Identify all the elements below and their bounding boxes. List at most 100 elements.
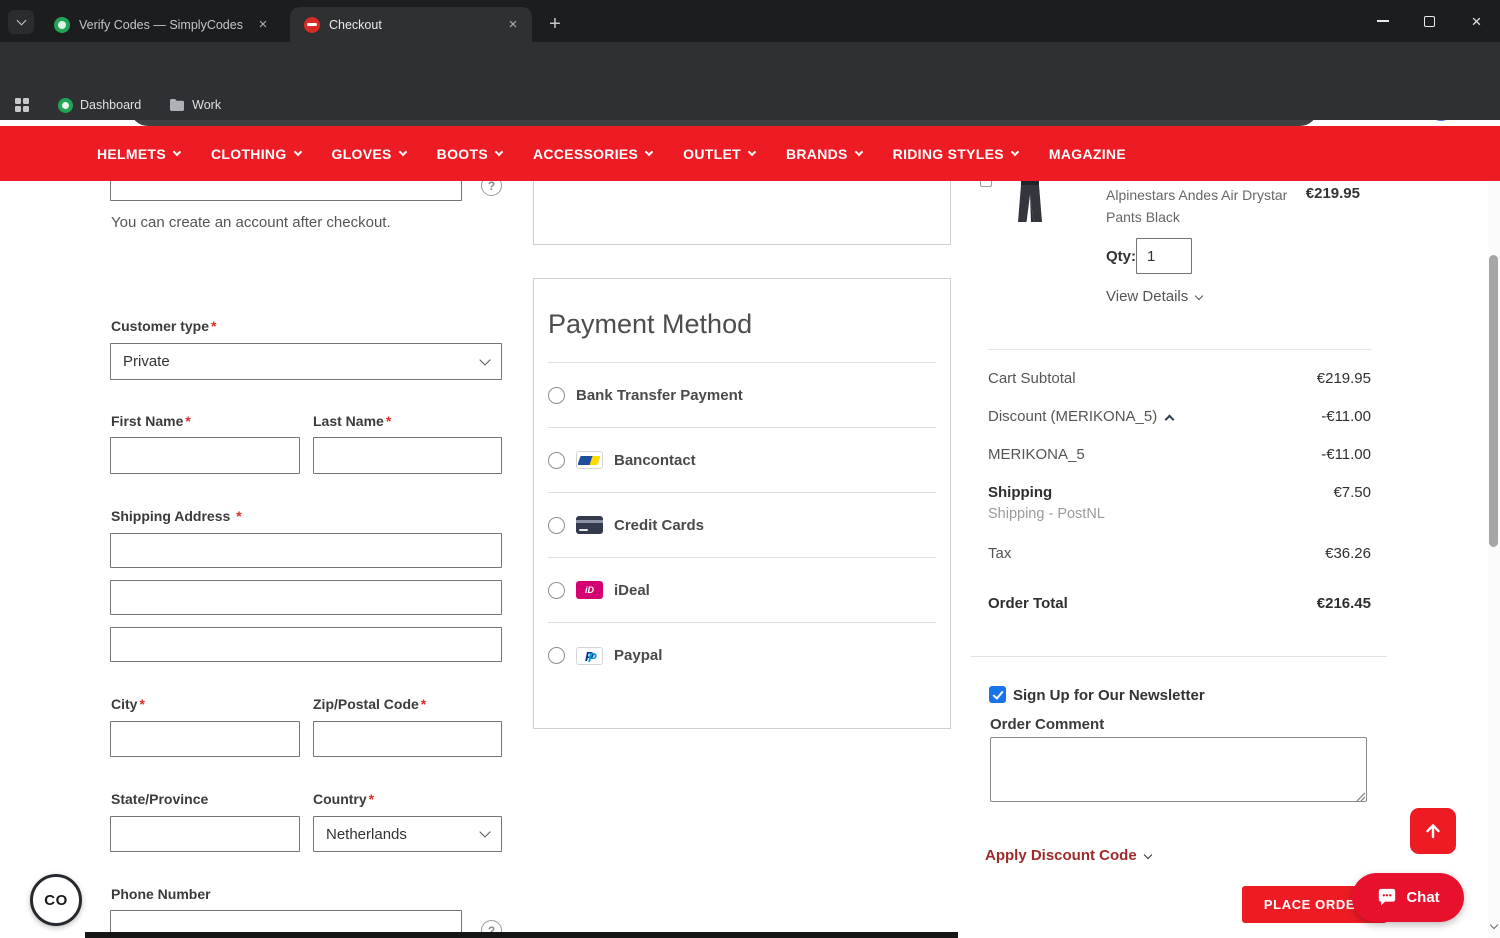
scrollbar-track[interactable]: [1488, 181, 1500, 938]
apps-grid-icon: [15, 98, 29, 112]
chat-bubble-icon: [1379, 888, 1396, 905]
nav-item-boots[interactable]: BOOTS: [437, 146, 504, 162]
city-label: City *: [111, 696, 145, 712]
newsletter-checkbox[interactable]: [989, 686, 1006, 703]
nav-item-brands[interactable]: BRANDS: [786, 146, 863, 162]
first-name-input[interactable]: [110, 437, 300, 474]
shipping-method-text: Shipping - PostNL: [988, 506, 1105, 522]
tab-close-icon[interactable]: ×: [254, 16, 272, 34]
tab-checkout[interactable]: Checkout ×: [290, 7, 532, 42]
close-button[interactable]: ×: [1453, 0, 1500, 42]
product-thumbnail[interactable]: [1008, 178, 1052, 224]
chevron-down-icon: [479, 826, 491, 838]
bookmarks-bar: Dashboard Work: [0, 90, 1500, 120]
view-details-toggle[interactable]: View Details: [1106, 288, 1204, 305]
paypal-icon: PP: [576, 646, 603, 665]
discount-code-row: MERIKONA_5 -€11.00: [988, 446, 1371, 463]
payment-method-row-ideal[interactable]: iD iDeal: [548, 558, 936, 623]
newsletter-label[interactable]: Sign Up for Our Newsletter: [1013, 687, 1205, 704]
window-controls: ×: [1359, 0, 1500, 42]
chevron-down-icon: [16, 15, 26, 26]
first-name-label: First Name *: [111, 413, 191, 429]
browser-toolbar: championhelmets.com/en/checkout/ E: [0, 42, 1500, 126]
payment-method-label: Bancontact: [614, 451, 696, 469]
shipping-row: Shipping €7.50: [988, 484, 1371, 501]
tab-search-button[interactable]: [8, 10, 34, 34]
last-name-input[interactable]: [313, 437, 502, 474]
apps-grid-button[interactable]: [14, 97, 30, 113]
discount-row: Discount (MERIKONA_5) -€11.00: [988, 408, 1371, 425]
customer-type-value: Private: [123, 353, 170, 370]
scroll-to-top-button[interactable]: [1410, 808, 1456, 854]
state-label: State/Province: [111, 791, 209, 807]
cart-subtotal-row: Cart Subtotal €219.95: [988, 370, 1371, 387]
state-input[interactable]: [110, 816, 300, 852]
city-input[interactable]: [110, 721, 300, 757]
radio-button[interactable]: [548, 451, 565, 469]
radio-button[interactable]: [548, 581, 565, 599]
browser-window: ? You can create an account after checko…: [0, 0, 1500, 938]
checkout-favicon-icon: [304, 16, 320, 33]
credit-card-icon: [576, 516, 603, 534]
account-note: You can create an account after checkout…: [111, 214, 391, 231]
country-label: Country *: [313, 791, 375, 807]
address-line-2-input[interactable]: [110, 580, 502, 615]
customer-type-label: Customer type *: [111, 318, 217, 334]
order-total-row: Order Total €216.45: [988, 595, 1371, 612]
tab-title: Checkout: [329, 17, 382, 32]
ideal-icon: iD: [576, 581, 603, 599]
browser-chrome: Verify Codes — SimplyCodes × Checkout × …: [0, 0, 1500, 126]
chevron-down-icon: [479, 353, 491, 366]
scrollbar-thumb[interactable]: [1489, 255, 1498, 547]
country-value: Netherlands: [326, 825, 407, 843]
tab-simplycodes[interactable]: Verify Codes — SimplyCodes ×: [40, 7, 282, 42]
order-comment-textarea[interactable]: [990, 737, 1367, 802]
chat-label: Chat: [1406, 889, 1440, 906]
new-tab-button[interactable]: +: [542, 11, 568, 37]
radio-button[interactable]: [548, 516, 565, 534]
site-nav: HELMETS CLOTHING GLOVES BOOTS ACCESSORIE…: [0, 126, 1500, 181]
nav-item-helmets[interactable]: HELMETS: [97, 146, 182, 162]
payment-method-row-bank-transfer[interactable]: Bank Transfer Payment: [548, 363, 936, 428]
folder-icon: [170, 99, 185, 111]
qty-input[interactable]: [1136, 238, 1192, 274]
bookmark-work-folder[interactable]: Work: [169, 98, 221, 112]
chevron-down-icon: [1143, 850, 1152, 859]
chat-button[interactable]: Chat: [1352, 873, 1464, 922]
maximize-button[interactable]: [1406, 0, 1453, 42]
qty-label: Qty:: [1106, 248, 1136, 265]
bancontact-icon: [576, 451, 603, 469]
chevron-up-icon: [1164, 414, 1175, 424]
tab-close-icon[interactable]: ×: [504, 16, 522, 34]
apply-discount-toggle[interactable]: Apply Discount Code: [985, 847, 1152, 864]
radio-button[interactable]: [548, 647, 565, 664]
payment-method-row-paypal[interactable]: PP Paypal: [548, 623, 936, 688]
scrollbar-down-button[interactable]: [1488, 920, 1500, 938]
nav-item-riding-styles[interactable]: RIDING STYLES: [893, 146, 1020, 162]
minimize-button[interactable]: [1359, 0, 1406, 42]
nav-item-accessories[interactable]: ACCESSORIES: [533, 146, 654, 162]
address-line-3-input[interactable]: [110, 627, 502, 662]
discount-toggle[interactable]: Discount (MERIKONA_5): [988, 408, 1175, 425]
chevron-down-icon: [1010, 147, 1020, 157]
customer-type-select[interactable]: Private: [110, 343, 502, 380]
payment-method-title: Payment Method: [548, 279, 936, 363]
nav-item-clothing[interactable]: CLOTHING: [211, 146, 302, 162]
coupon-extension-badge[interactable]: CO: [30, 874, 82, 926]
radio-button[interactable]: [548, 386, 565, 404]
payment-method-label: iDeal: [614, 581, 650, 599]
payment-method-row-credit-cards[interactable]: Credit Cards: [548, 493, 936, 558]
address-line-1-input[interactable]: [110, 533, 502, 568]
zip-input[interactable]: [313, 721, 502, 757]
bookmark-dashboard[interactable]: Dashboard: [58, 97, 141, 113]
nav-item-outlet[interactable]: OUTLET: [683, 146, 757, 162]
nav-item-magazine[interactable]: MAGAZINE: [1049, 146, 1126, 162]
payment-method-row-bancontact[interactable]: Bancontact: [548, 428, 936, 493]
country-select[interactable]: Netherlands: [313, 816, 502, 852]
divider: [971, 656, 1387, 657]
nav-item-gloves[interactable]: GLOVES: [332, 146, 407, 162]
payment-method-panel: Payment Method Bank Transfer Payment Ban…: [533, 278, 951, 729]
chevron-down-icon: [747, 147, 757, 157]
chevron-down-icon: [172, 147, 182, 157]
dashboard-favicon-icon: [58, 97, 73, 113]
